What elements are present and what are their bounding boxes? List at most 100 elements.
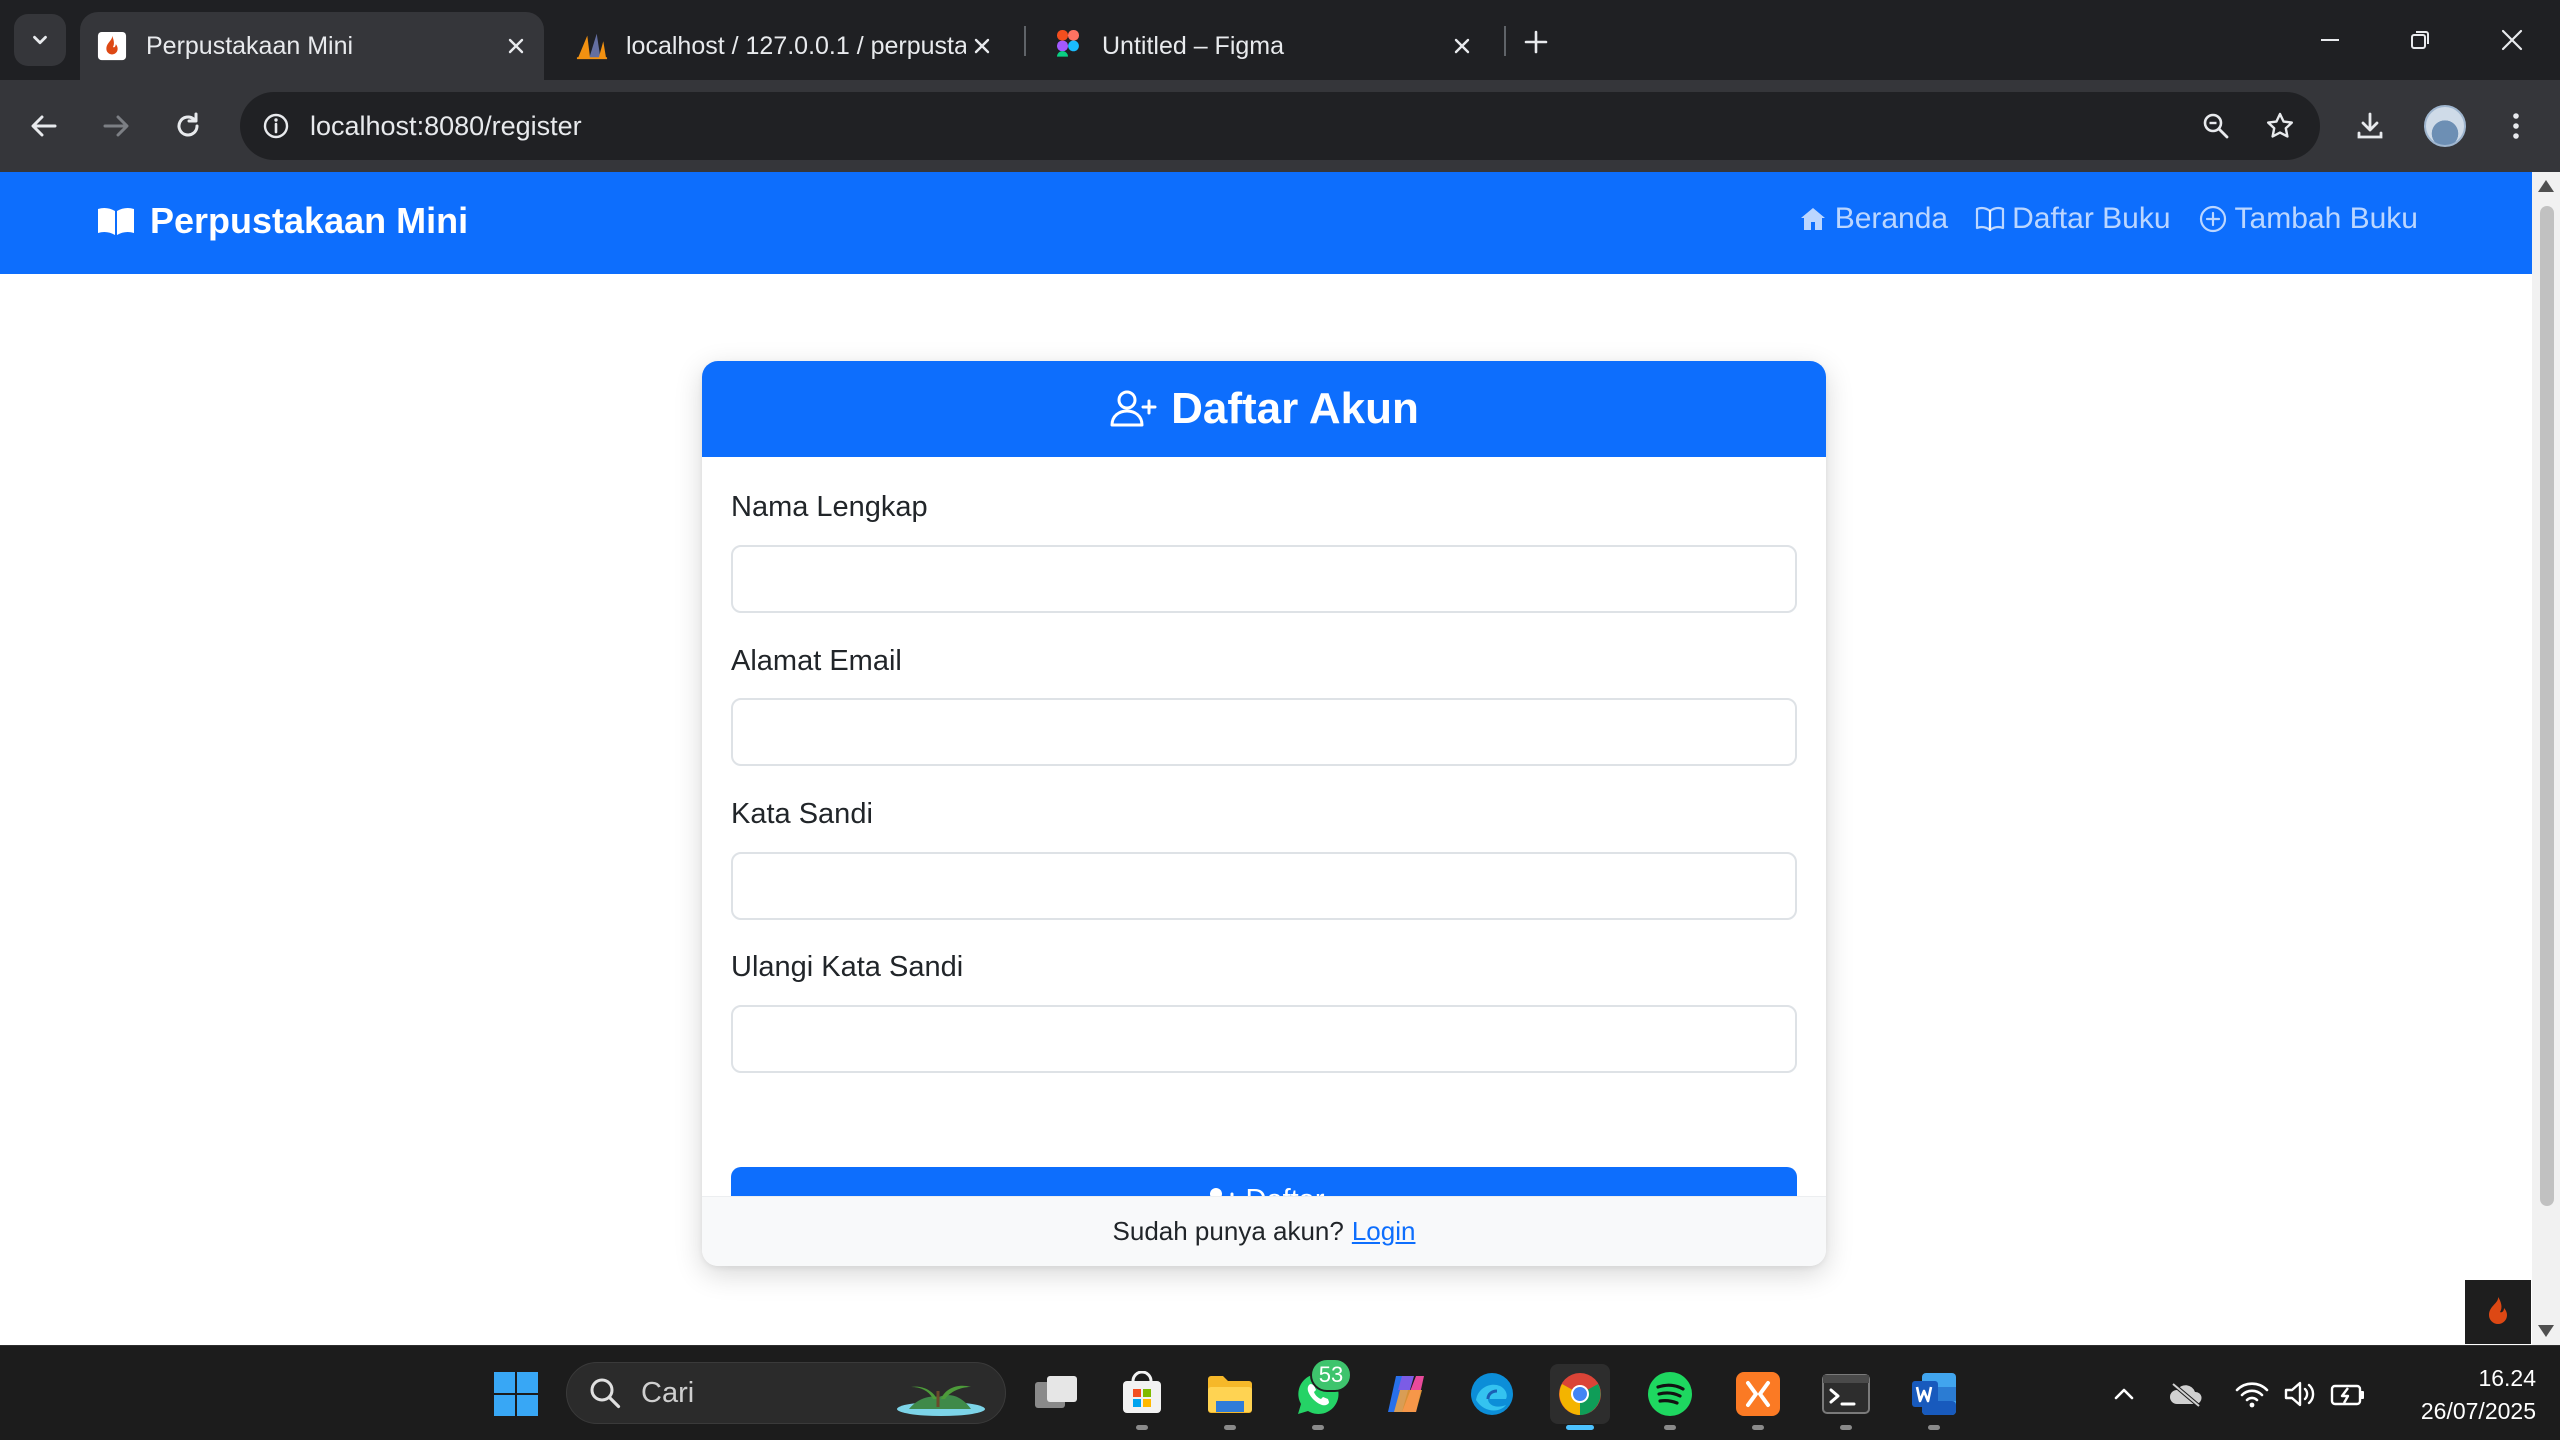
name-input[interactable]	[731, 545, 1797, 613]
codeigniter-flame-icon	[2489, 1297, 2507, 1324]
xampp-icon	[1736, 1372, 1780, 1416]
clock-date: 26/07/2025	[2420, 1398, 2536, 1424]
file-explorer-button[interactable]	[1200, 1364, 1260, 1430]
figma-icon	[1052, 30, 1084, 62]
scroll-down-arrow-icon[interactable]	[2538, 1325, 2554, 1337]
search-icon	[587, 1373, 627, 1413]
ci-debug-toolbar-button[interactable]	[2465, 1280, 2531, 1344]
nav-link-daftar-buku[interactable]: Daftar Buku	[1974, 202, 2171, 236]
windows-taskbar: Cari 53 16.24 26/07/2025	[0, 1345, 2560, 1440]
name-label: Nama Lengkap	[731, 491, 928, 523]
reload-icon	[177, 112, 199, 137]
phpmyadmin-sail-icon	[576, 30, 608, 62]
new-tab-button[interactable]	[1514, 20, 1558, 64]
login-prompt: Sudah punya akun?	[1112, 1216, 1344, 1246]
system-clock[interactable]: 16.24 26/07/2025	[2421, 1362, 2536, 1428]
confirm-password-label: Ulangi Kata Sandi	[731, 951, 964, 983]
running-indicator	[1312, 1425, 1324, 1430]
codeigniter-flame-icon	[96, 30, 128, 62]
back-button[interactable]	[20, 102, 68, 150]
running-indicator	[1840, 1425, 1852, 1430]
brand-name: Perpustakaan Mini	[150, 200, 469, 241]
chrome-icon	[1559, 1373, 1601, 1415]
nav-link-label: Beranda	[1834, 202, 1949, 235]
search-placeholder: Cari	[641, 1376, 695, 1409]
microsoft-word-icon	[1912, 1373, 1956, 1415]
tab-close-icon[interactable]	[966, 30, 998, 62]
brand-link[interactable]: Perpustakaan Mini	[96, 200, 468, 242]
running-indicator	[1752, 1425, 1764, 1430]
running-indicator	[1928, 1425, 1940, 1430]
url-text[interactable]: localhost:8080/register	[310, 111, 2192, 142]
terminal-icon	[1822, 1374, 1870, 1414]
active-window-indicator	[1566, 1425, 1594, 1430]
house-icon	[1797, 203, 1829, 235]
minimize-button[interactable]	[2306, 18, 2354, 62]
site-info-icon[interactable]	[254, 104, 298, 148]
register-title: Daftar Akun	[1171, 384, 1419, 433]
tab-separator	[1024, 26, 1026, 56]
tab-figma[interactable]: Untitled – Figma	[1036, 12, 1490, 80]
person-plus-icon	[1109, 385, 1157, 433]
nav-link-tambah-buku[interactable]: Tambah Buku	[2197, 202, 2418, 236]
copilot-icon	[1388, 1376, 1424, 1412]
task-view-button[interactable]	[1026, 1364, 1086, 1424]
close-window-button[interactable]	[2488, 18, 2536, 62]
arrow-left-icon	[31, 115, 57, 137]
chevron-up-icon[interactable]	[2106, 1376, 2142, 1412]
volume-icon[interactable]	[2282, 1376, 2318, 1412]
running-indicator	[1136, 1425, 1148, 1430]
folder-icon	[1208, 1376, 1252, 1413]
scroll-up-arrow-icon[interactable]	[2538, 180, 2554, 192]
tab-close-icon[interactable]	[1446, 30, 1478, 62]
address-bar[interactable]: localhost:8080/register	[240, 92, 2320, 160]
scrollbar-thumb[interactable]	[2540, 206, 2554, 1206]
microsoft-store-button[interactable]	[1112, 1364, 1172, 1430]
spotify-button[interactable]	[1640, 1364, 1700, 1430]
download-icon[interactable]	[2346, 102, 2394, 150]
word-button[interactable]	[1904, 1364, 1964, 1430]
restore-button[interactable]	[2396, 18, 2444, 62]
clock-time: 16.24	[2478, 1365, 2536, 1391]
tab-phpmyadmin[interactable]: localhost / 127.0.0.1 / perpustak	[560, 12, 1010, 80]
nav-link-label: Daftar Buku	[2012, 202, 2171, 235]
wifi-icon[interactable]	[2234, 1376, 2270, 1412]
start-button[interactable]	[486, 1364, 546, 1424]
reload-button[interactable]	[164, 102, 212, 150]
running-indicator	[1664, 1425, 1676, 1430]
confirm-password-input[interactable]	[731, 1005, 1797, 1073]
kebab-menu-icon[interactable]	[2492, 102, 2540, 150]
tab-separator	[1504, 26, 1506, 56]
terminal-button[interactable]	[1816, 1364, 1876, 1430]
battery-charging-icon[interactable]	[2330, 1376, 2366, 1412]
edge-icon	[1471, 1373, 1513, 1415]
chevron-down-icon	[33, 35, 47, 45]
password-label: Kata Sandi	[731, 798, 873, 830]
xampp-button[interactable]	[1728, 1364, 1788, 1430]
tab-perpustakaan-mini[interactable]: Perpustakaan Mini	[80, 12, 544, 80]
tab-search-button[interactable]	[14, 14, 66, 66]
login-link[interactable]: Login	[1352, 1216, 1416, 1247]
zoom-icon[interactable]	[2192, 102, 2240, 150]
register-card-header: Daftar Akun	[702, 361, 1826, 457]
nav-link-label: Tambah Buku	[2234, 202, 2418, 235]
search-highlight-island-icon	[889, 1369, 989, 1427]
onedrive-offline-icon[interactable]	[2168, 1376, 2204, 1412]
page-viewport: Perpustakaan Mini Beranda Daftar Buku Ta…	[0, 172, 2532, 1345]
email-input[interactable]	[731, 698, 1797, 766]
email-label: Alamat Email	[731, 645, 902, 677]
profile-avatar[interactable]	[2424, 105, 2466, 147]
edge-button[interactable]	[1462, 1364, 1522, 1424]
password-input[interactable]	[731, 852, 1797, 920]
book-icon	[1974, 203, 2006, 235]
tab-close-icon[interactable]	[500, 30, 532, 62]
page-scrollbar[interactable]	[2532, 172, 2560, 1345]
bookmark-star-icon[interactable]	[2256, 102, 2304, 150]
forward-button[interactable]	[92, 102, 140, 150]
register-card-footer: Sudah punya akun? Login	[702, 1196, 1826, 1266]
taskbar-search[interactable]: Cari	[566, 1362, 1006, 1424]
nav-link-beranda[interactable]: Beranda	[1797, 202, 1948, 236]
plus-circle-icon	[2197, 203, 2229, 235]
chrome-button[interactable]	[1550, 1364, 1610, 1430]
copilot-button[interactable]	[1376, 1364, 1436, 1424]
